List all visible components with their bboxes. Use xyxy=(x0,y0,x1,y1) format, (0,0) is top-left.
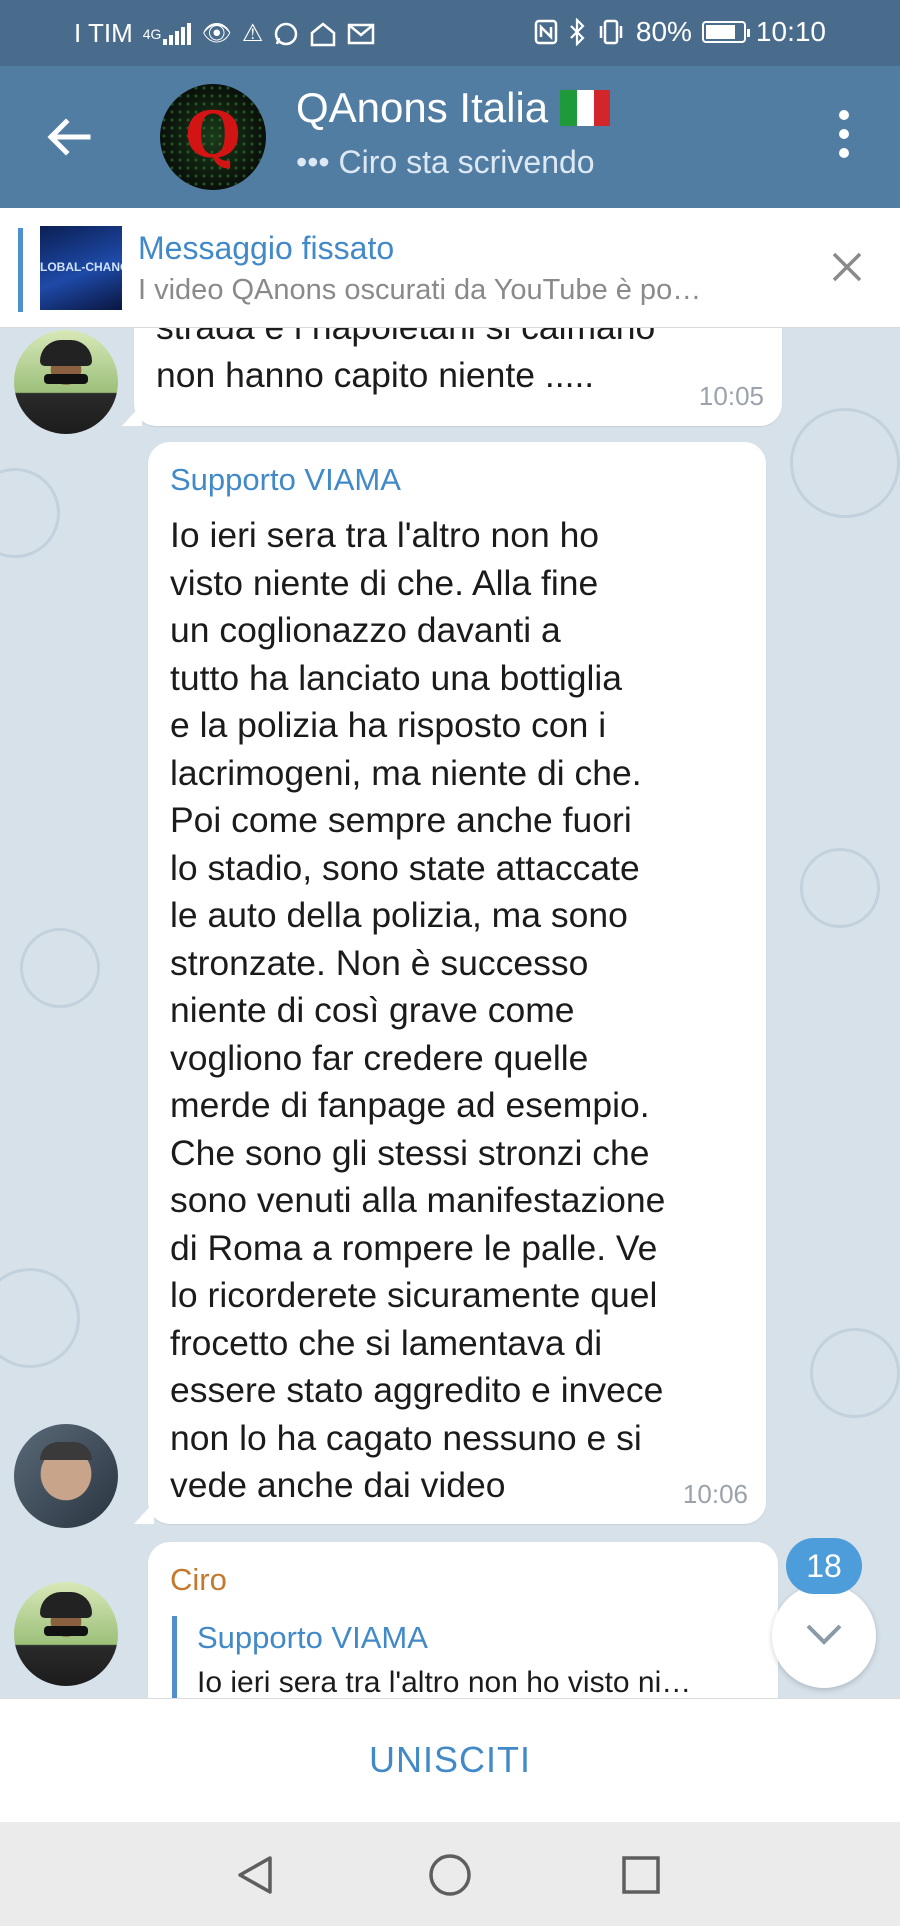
pinned-message[interactable]: LOBAL-CHANG Messaggio fissato I video QA… xyxy=(0,208,900,328)
pinned-thumbnail: LOBAL-CHANG xyxy=(40,226,122,310)
message-time: 10:06 xyxy=(682,1479,748,1509)
reply-sender: Supporto VIAMA xyxy=(197,1620,428,1655)
chevron-down-icon xyxy=(806,1624,842,1645)
more-options-icon[interactable] xyxy=(838,110,850,158)
message-sender: Supporto VIAMA xyxy=(170,462,401,497)
nav-home-icon[interactable] xyxy=(427,1852,473,1898)
typing-status: ••• Ciro sta scrivendo xyxy=(296,144,595,180)
background-doodle xyxy=(20,928,100,1008)
system-navigation-bar xyxy=(0,1822,900,1926)
chat-title-text: QAnons Italia xyxy=(296,84,549,131)
background-doodle xyxy=(800,848,880,928)
scroll-to-bottom-button[interactable] xyxy=(772,1584,876,1688)
join-button-label: UNISCITI xyxy=(368,1739,531,1780)
reply-text: Io ieri sera tra l'altro non ho visto ni… xyxy=(197,1666,692,1698)
join-button[interactable]: UNISCITI xyxy=(0,1698,900,1822)
message-list[interactable]: strada e i napoletani si calmano non han… xyxy=(0,328,900,1698)
pinned-thumbnail-text: LOBAL-CHANG xyxy=(40,260,122,274)
carrier-label: I TIM xyxy=(74,18,133,48)
network-label: 4G xyxy=(142,25,162,42)
signal-icon: 4G xyxy=(142,22,192,45)
status-bar: I TIM 4G 👁 ⚠ 80% 10:10 xyxy=(0,0,900,66)
message-text: strada e i napoletani si calmano non han… xyxy=(156,328,655,395)
battery-icon xyxy=(701,21,750,43)
message-sender: Ciro xyxy=(170,1562,227,1597)
mail-icon xyxy=(347,22,375,46)
bluetooth-icon xyxy=(568,18,586,46)
warning-icon: ⚠ xyxy=(241,20,264,47)
message-time: 10:05 xyxy=(698,381,764,411)
background-doodle xyxy=(790,408,900,518)
pinned-accent-bar xyxy=(18,228,23,312)
clock: 10:10 xyxy=(755,16,826,47)
chat-header: Q QAnons Italia ••• Ciro sta scrivendo xyxy=(0,66,900,208)
message-text: Io ieri sera tra l'altro non ho visto ni… xyxy=(170,515,666,1505)
avatar-ciro[interactable] xyxy=(14,1582,118,1686)
message-bubble[interactable]: strada e i napoletani si calmano non han… xyxy=(134,328,782,426)
reply-quote[interactable]: Supporto VIAMA Io ieri sera tra l'altro … xyxy=(172,1616,752,1698)
chat-title[interactable]: QAnons Italia xyxy=(296,84,611,132)
italian-flag-icon xyxy=(560,90,611,126)
pinned-text: I video QAnons oscurati da YouTube è po… xyxy=(138,274,702,306)
message-bubble[interactable]: Supporto VIAMA Io ieri sera tra l'altro … xyxy=(148,442,766,1524)
eye-icon: 👁 xyxy=(201,20,232,47)
home-icon xyxy=(309,21,337,47)
nfc-icon xyxy=(534,19,558,45)
background-doodle xyxy=(0,1268,80,1368)
nav-recents-icon[interactable] xyxy=(618,1852,664,1898)
message-bubble[interactable]: Ciro Supporto VIAMA Io ieri sera tra l'a… xyxy=(148,1542,778,1698)
background-doodle xyxy=(0,468,60,558)
avatar-supporto-viama[interactable] xyxy=(14,1424,118,1528)
unread-count-badge[interactable]: 18 xyxy=(786,1538,862,1594)
background-doodle xyxy=(810,1328,900,1418)
nav-back-icon[interactable] xyxy=(232,1852,278,1898)
group-avatar[interactable]: Q xyxy=(160,84,266,190)
whatsapp-icon xyxy=(273,21,299,47)
bubble-tail xyxy=(134,1502,154,1524)
close-icon[interactable] xyxy=(830,250,864,284)
battery-percent: 80% xyxy=(635,16,692,47)
avatar-ciro[interactable] xyxy=(14,330,118,434)
avatar-letter: Q xyxy=(185,98,241,173)
vibrate-icon xyxy=(596,19,626,45)
back-arrow-icon[interactable] xyxy=(44,112,94,162)
pinned-title: Messaggio fissato xyxy=(138,230,395,266)
